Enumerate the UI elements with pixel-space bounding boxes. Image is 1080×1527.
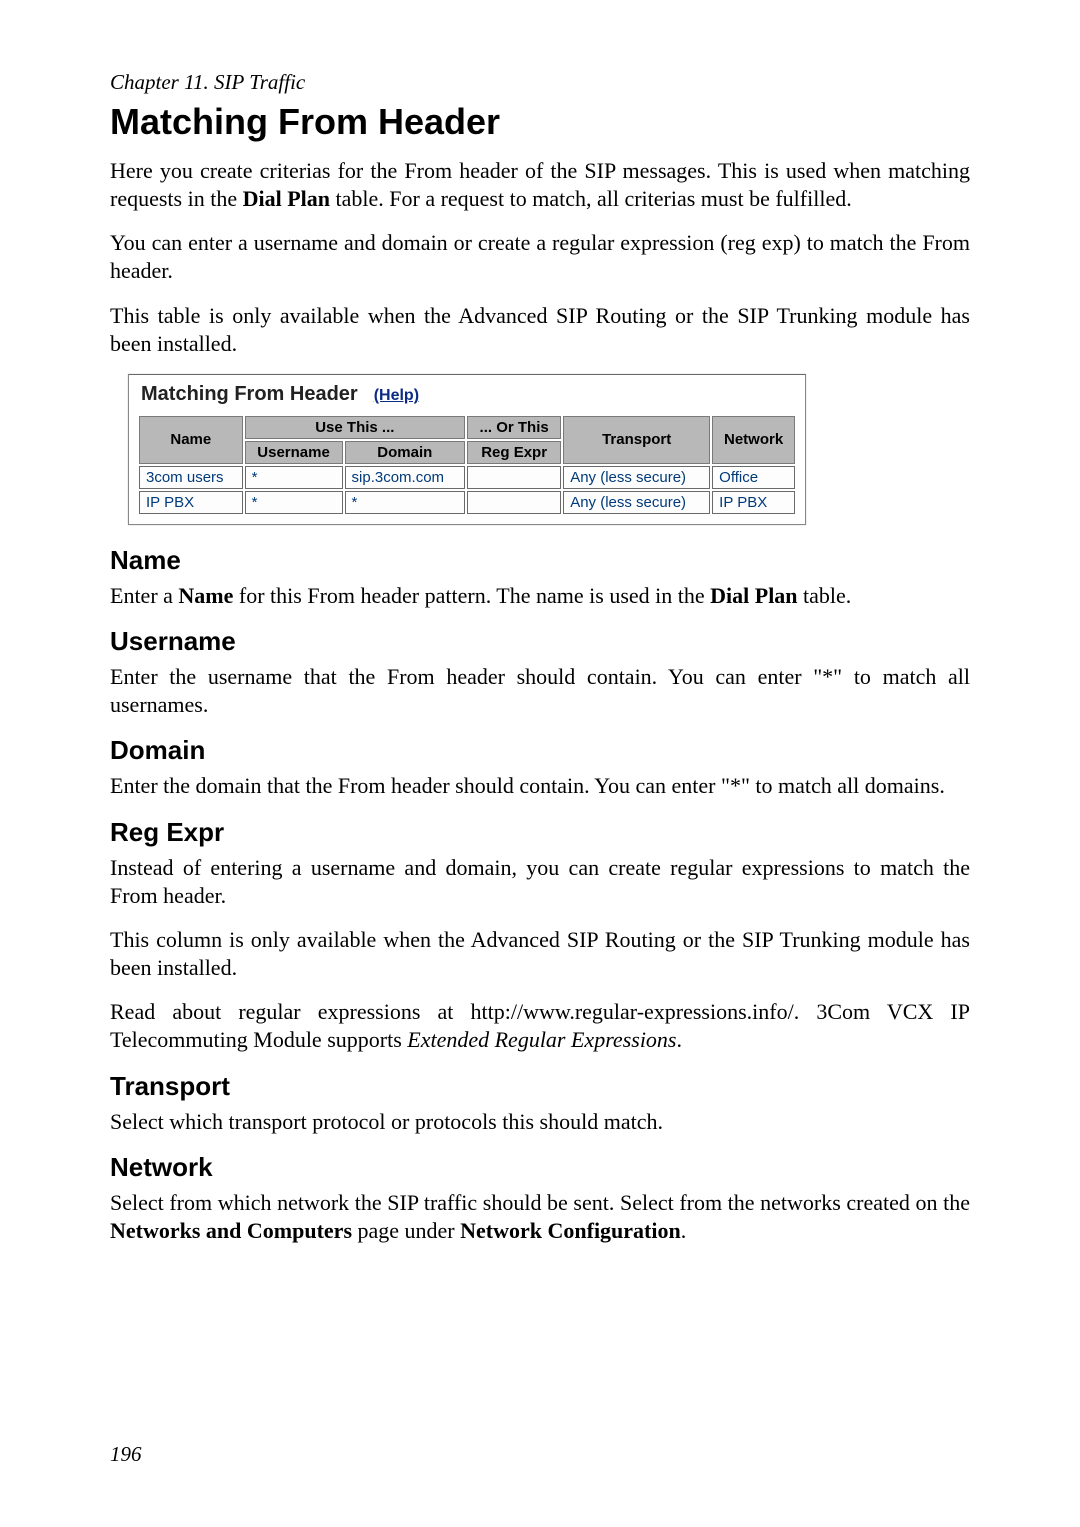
cell-domain[interactable]: * — [345, 491, 466, 514]
section-regexpr-p2: This column is only available when the A… — [110, 926, 970, 982]
section-heading-transport: Transport — [110, 1071, 970, 1102]
section-network-p1-e: . — [681, 1218, 687, 1243]
help-link[interactable]: (Help) — [374, 387, 419, 405]
section-network-p1-d: Network Configuration — [460, 1218, 681, 1243]
cell-network[interactable]: Office — [712, 466, 795, 489]
page-number: 196 — [110, 1442, 142, 1467]
screenshot-title: Matching From Header — [141, 383, 358, 406]
section-name-p1: Enter a Name for this From header patter… — [110, 582, 970, 610]
page-title: Matching From Header — [110, 101, 970, 143]
cell-transport[interactable]: Any (less secure) — [563, 491, 710, 514]
cell-network[interactable]: IP PBX — [712, 491, 795, 514]
cell-username[interactable]: * — [245, 491, 343, 514]
col-transport: Transport — [563, 416, 710, 464]
cell-transport[interactable]: Any (less secure) — [563, 466, 710, 489]
intro-p3: This table is only available when the Ad… — [110, 302, 970, 358]
section-regexpr-p1: Instead of entering a username and domai… — [110, 854, 970, 910]
section-name-p1-b: Name — [178, 583, 233, 608]
col-use-this: Use This ... — [245, 416, 465, 439]
section-name-p1-e: table. — [798, 583, 852, 608]
screenshot-panel: Matching From Header (Help) Name Use Thi… — [128, 374, 806, 525]
section-username-p1: Enter the username that the From header … — [110, 663, 970, 719]
cell-domain[interactable]: sip.3com.com — [345, 466, 466, 489]
cell-reg-expr[interactable] — [467, 466, 561, 489]
cell-name[interactable]: 3com users — [139, 466, 243, 489]
section-name-p1-d: Dial Plan — [710, 583, 797, 608]
rules-table: Name Use This ... ... Or This Transport … — [137, 414, 797, 516]
table-row: IP PBX * * Any (less secure) IP PBX — [139, 491, 795, 514]
section-transport-p1: Select which transport protocol or proto… — [110, 1108, 970, 1136]
section-regexpr-p3: Read about regular expressions at http:/… — [110, 998, 970, 1054]
col-domain: Domain — [345, 441, 466, 464]
section-name-p1-c: for this From header pattern. The name i… — [233, 583, 710, 608]
section-network-p1-b: Networks and Computers — [110, 1218, 352, 1243]
section-regexpr-p3-c: . — [677, 1027, 683, 1052]
cell-reg-expr[interactable] — [467, 491, 561, 514]
table-header: Name Use This ... ... Or This Transport … — [139, 416, 795, 464]
col-network: Network — [712, 416, 795, 464]
section-heading-name: Name — [110, 545, 970, 576]
intro-p2: You can enter a username and domain or c… — [110, 229, 970, 285]
table-header-row-1: Name Use This ... ... Or This Transport … — [139, 416, 795, 439]
page: Chapter 11. SIP Traffic Matching From He… — [0, 0, 1080, 1527]
section-network-p1: Select from which network the SIP traffi… — [110, 1189, 970, 1245]
col-reg-expr: Reg Expr — [467, 441, 561, 464]
section-name-p1-a: Enter a — [110, 583, 178, 608]
cell-username[interactable]: * — [245, 466, 343, 489]
intro-p1-c: table. For a request to match, all crite… — [330, 186, 852, 211]
table-body: 3com users * sip.3com.com Any (less secu… — [139, 466, 795, 514]
section-heading-domain: Domain — [110, 735, 970, 766]
section-domain-p1: Enter the domain that the From header sh… — [110, 772, 970, 800]
table-row: 3com users * sip.3com.com Any (less secu… — [139, 466, 795, 489]
cell-name[interactable]: IP PBX — [139, 491, 243, 514]
col-username: Username — [245, 441, 343, 464]
intro-p1: Here you create criterias for the From h… — [110, 157, 970, 213]
section-heading-username: Username — [110, 626, 970, 657]
section-network-p1-c: page under — [352, 1218, 460, 1243]
section-heading-reg-expr: Reg Expr — [110, 817, 970, 848]
chapter-label: Chapter 11. SIP Traffic — [110, 70, 970, 95]
section-heading-network: Network — [110, 1152, 970, 1183]
screenshot-title-row: Matching From Header (Help) — [137, 379, 797, 414]
section-regexpr-p3-b: Extended Regular Expressions — [407, 1027, 676, 1052]
col-name: Name — [139, 416, 243, 464]
section-network-p1-a: Select from which network the SIP traffi… — [110, 1190, 970, 1215]
intro-p1-b: Dial Plan — [243, 186, 330, 211]
col-or-this: ... Or This — [467, 416, 561, 439]
